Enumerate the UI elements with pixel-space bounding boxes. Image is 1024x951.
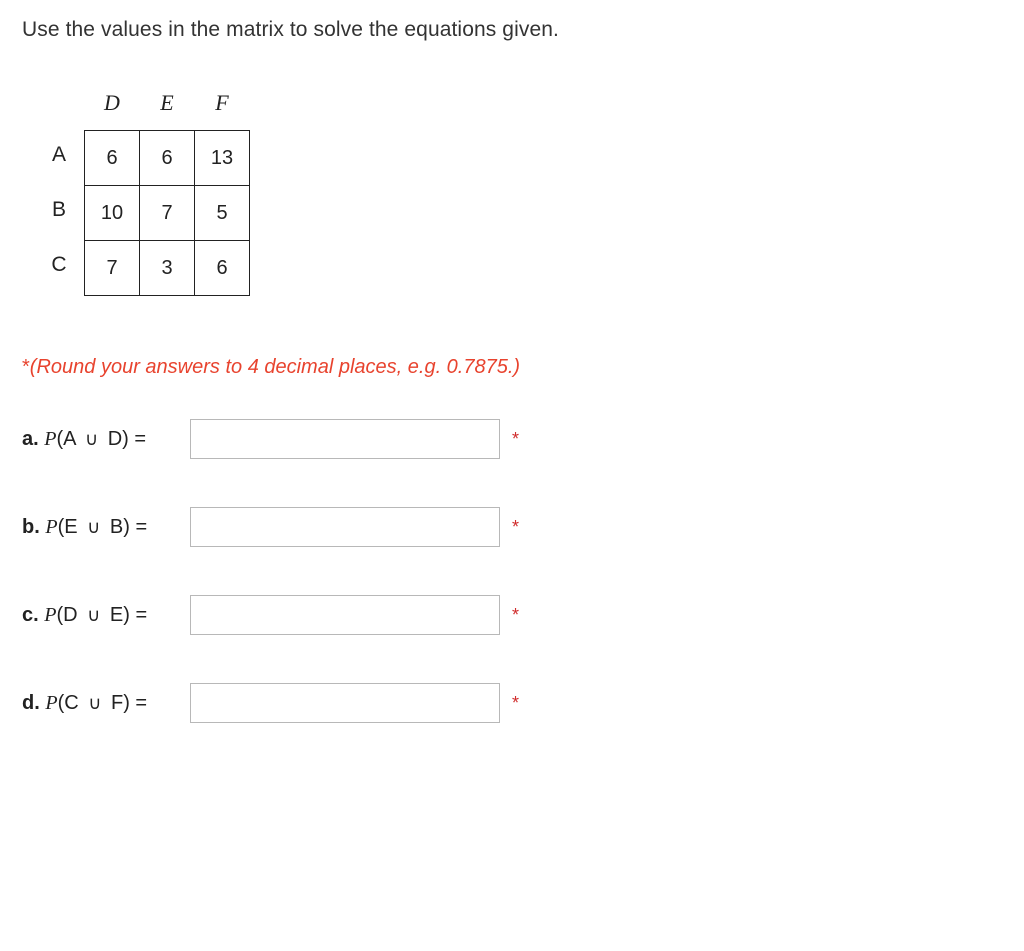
- row-header-B: B: [44, 186, 85, 241]
- required-mark-d: *: [512, 693, 519, 714]
- union-d: ∪: [84, 693, 105, 713]
- union-a: ∪: [81, 429, 102, 449]
- question-a: a. P(A ∪ D) = *: [22, 419, 1002, 459]
- letter-a: a.: [22, 428, 39, 450]
- union-c: ∪: [83, 605, 104, 625]
- cell-A-F: 13: [195, 131, 250, 186]
- right-b: B: [110, 516, 123, 538]
- question-b: b. P(E ∪ B) = *: [22, 507, 1002, 547]
- question-c: c. P(D ∪ E) = *: [22, 595, 1002, 635]
- left-c: D: [63, 604, 77, 626]
- left-a: A: [63, 428, 75, 450]
- required-mark-b: *: [512, 517, 519, 538]
- row-header-A: A: [44, 131, 85, 186]
- cell-B-E: 7: [140, 186, 195, 241]
- col-header-E: E: [140, 82, 195, 131]
- right-a: D: [108, 428, 122, 450]
- answer-input-c[interactable]: [190, 595, 500, 635]
- cell-C-F: 6: [195, 241, 250, 296]
- cell-A-D: 6: [85, 131, 140, 186]
- eq-a: ) =: [122, 428, 146, 450]
- col-header-D: D: [85, 82, 140, 131]
- hint-close: ): [513, 356, 520, 378]
- required-mark-c: *: [512, 605, 519, 626]
- question-d: d. P(C ∪ F) = *: [22, 683, 1002, 723]
- required-mark-a: *: [512, 429, 519, 450]
- right-c: E: [110, 604, 123, 626]
- hint-text: Round your answers to 4 decimal places, …: [36, 356, 513, 378]
- answer-input-d[interactable]: [190, 683, 500, 723]
- cell-C-D: 7: [85, 241, 140, 296]
- fn-d: P: [45, 692, 57, 714]
- label-a: a. P(A ∪ D) =: [22, 428, 190, 451]
- left-d: C: [64, 692, 78, 714]
- label-c: c. P(D ∪ E) =: [22, 604, 190, 627]
- right-d: F: [111, 692, 123, 714]
- hint-asterisk: *: [22, 356, 30, 378]
- label-d: d. P(C ∪ F) =: [22, 692, 190, 715]
- fn-c: P: [44, 604, 56, 626]
- union-b: ∪: [83, 517, 104, 537]
- cell-B-D: 10: [85, 186, 140, 241]
- cell-A-E: 6: [140, 131, 195, 186]
- letter-b: b.: [22, 516, 40, 538]
- left-b: E: [64, 516, 77, 538]
- answer-input-a[interactable]: [190, 419, 500, 459]
- matrix-container: D E F A 6 6 13 B 10 7 5 C 7 3 6: [44, 82, 1002, 296]
- cell-B-F: 5: [195, 186, 250, 241]
- row-header-C: C: [44, 241, 85, 296]
- instruction-text: Use the values in the matrix to solve th…: [22, 18, 1002, 42]
- eq-b: ) =: [123, 516, 147, 538]
- label-b: b. P(E ∪ B) =: [22, 516, 190, 539]
- answer-input-b[interactable]: [190, 507, 500, 547]
- eq-d: ) =: [123, 692, 147, 714]
- col-header-F: F: [195, 82, 250, 131]
- fn-b: P: [45, 516, 57, 538]
- letter-d: d.: [22, 692, 40, 714]
- letter-c: c.: [22, 604, 39, 626]
- eq-c: ) =: [123, 604, 147, 626]
- matrix-table: D E F A 6 6 13 B 10 7 5 C 7 3 6: [44, 82, 250, 296]
- rounding-hint: *(Round your answers to 4 decimal places…: [22, 356, 1002, 379]
- cell-C-E: 3: [140, 241, 195, 296]
- fn-a: P: [44, 428, 56, 450]
